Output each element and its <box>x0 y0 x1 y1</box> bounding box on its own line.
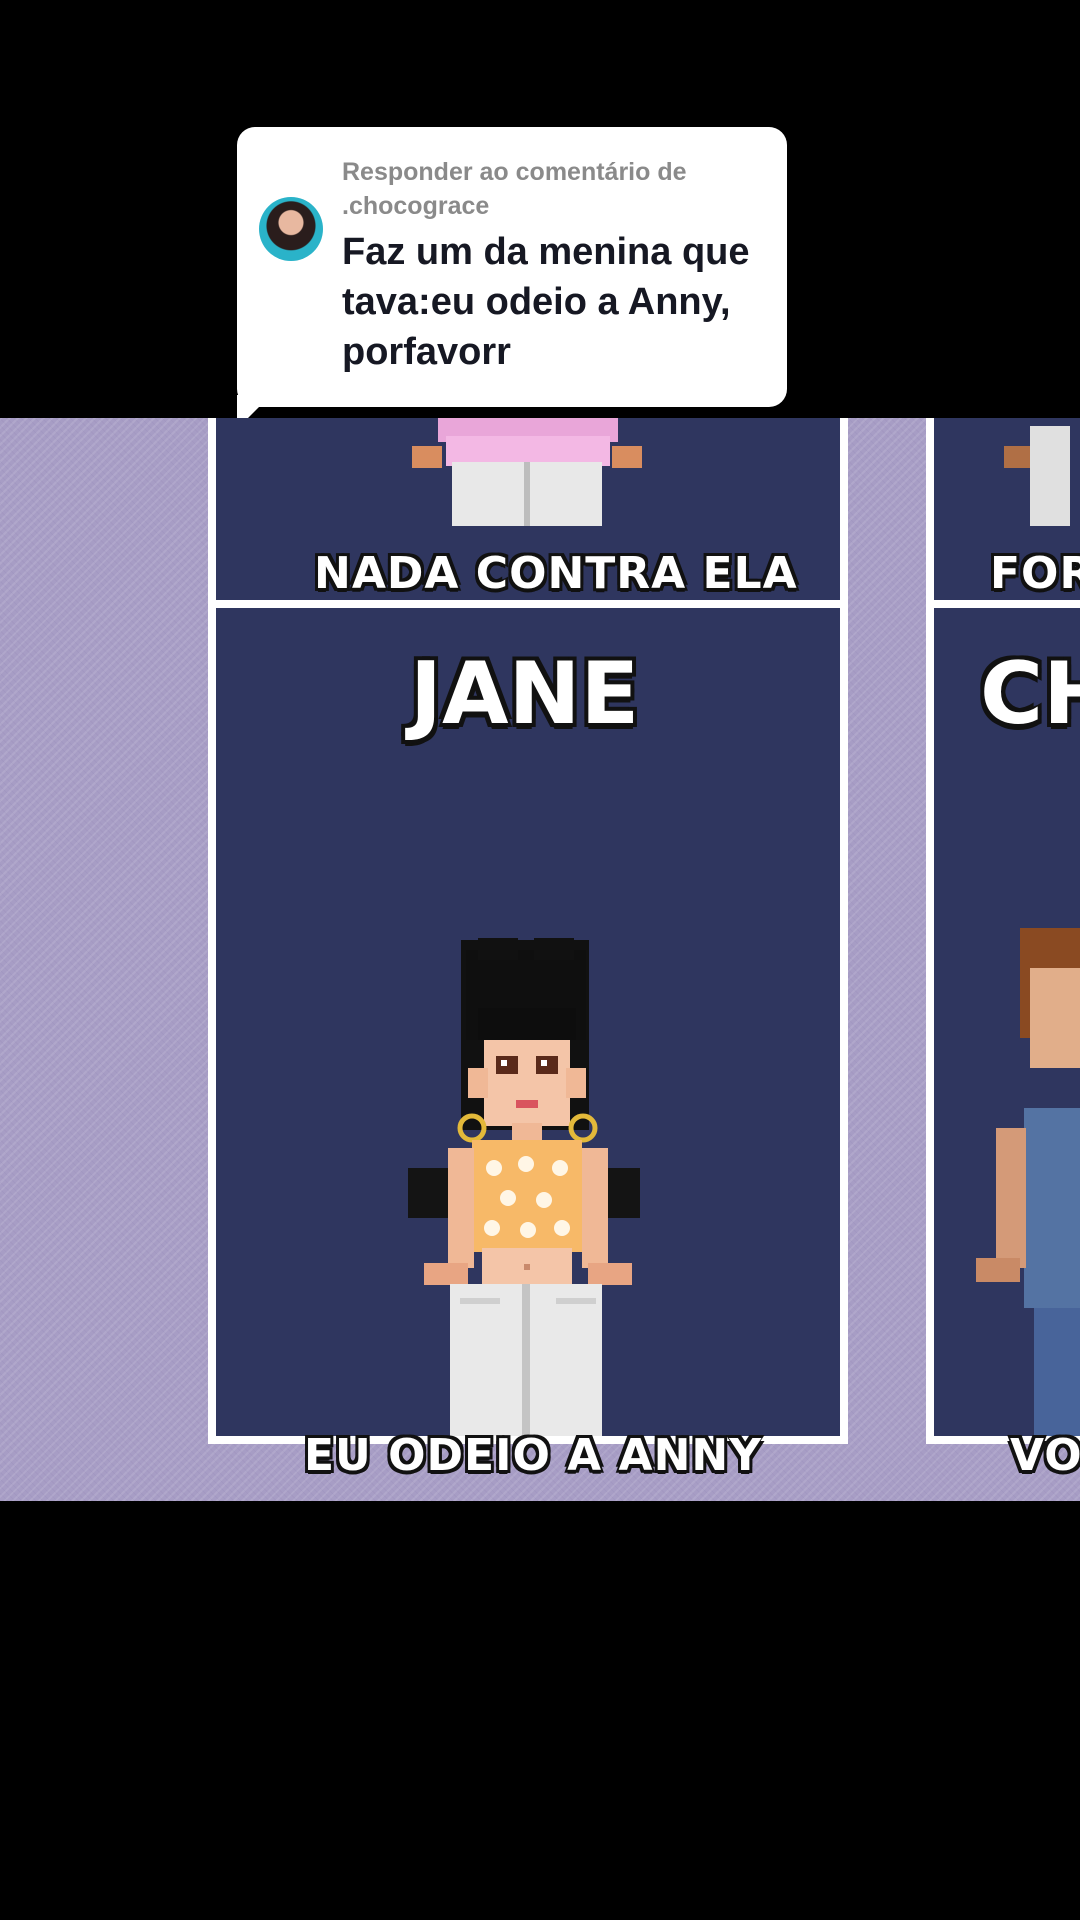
character-illustration <box>976 928 1080 1436</box>
character-illustration <box>412 418 642 526</box>
caption-jane: EU ODEIO A ANNY <box>304 1430 763 1481</box>
caption-top-left: NADA CONTRA ELA <box>314 548 798 599</box>
caption-top-right: FOR <box>990 548 1080 599</box>
caption-right: VO <box>1010 1430 1080 1481</box>
reply-comment-bubble[interactable]: Responder ao comentário de .chocograce F… <box>237 127 787 407</box>
character-illustration <box>408 938 640 1436</box>
comment-text: Faz um da menina que tava:eu odeio a Ann… <box>342 231 750 373</box>
panel-jane[interactable]: JANE <box>208 600 848 1444</box>
commenter-avatar[interactable] <box>259 197 323 261</box>
reply-label: Responder ao comentário de .chocograce <box>342 158 687 220</box>
character-illustration <box>1004 426 1070 526</box>
panel-right[interactable]: CH <box>926 600 1080 1444</box>
character-grid-scene: NADA CONTRA ELA FOR JANE EU ODEIO A ANNY… <box>0 418 1080 1501</box>
